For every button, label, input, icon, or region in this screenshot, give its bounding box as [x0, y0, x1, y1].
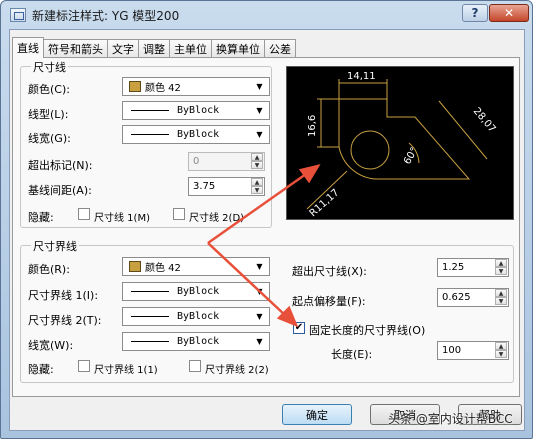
ext-color-select[interactable]: 颜色 42 ▼	[122, 257, 270, 276]
dim-lineweight-label: 线宽(G):	[28, 132, 71, 145]
chevron-down-icon: ▼	[256, 130, 263, 139]
dim-top-text: 14,11	[347, 71, 376, 82]
spin-up-icon[interactable]: ▲	[495, 289, 507, 297]
chevron-down-icon: ▼	[256, 337, 263, 346]
dim-lineweight-value: ByBlock	[177, 129, 220, 140]
dim-right-text: 28,07	[471, 106, 498, 135]
line-sample	[131, 291, 169, 292]
ext-suppress-1-label: 尺寸界线 1(1)	[94, 365, 158, 376]
dim-suppress-2-label: 尺寸线 2(D)	[189, 213, 245, 224]
dim-extend-label: 超出标记(N):	[28, 159, 93, 172]
ext-length-spinner[interactable]: 100 ▲ ▼	[437, 341, 509, 360]
fixed-length-checkbox[interactable]: ✔	[293, 322, 305, 334]
ext-linetype2-label: 尺寸界线 2(T):	[28, 314, 102, 327]
tab-symbols-arrows[interactable]: 符号和箭头	[43, 39, 108, 58]
fixed-length-label: 固定长度的尺寸界线(O)	[309, 324, 426, 337]
style-preview: 14,11 16,6 28,07 60° R11,17	[286, 66, 514, 220]
ext-lineweight-select[interactable]: ByBlock ▼	[122, 332, 270, 351]
ext-lineweight-label: 线宽(W):	[28, 339, 74, 352]
line-sample	[131, 134, 169, 135]
chevron-down-icon: ▼	[256, 262, 263, 271]
ok-button[interactable]: 确定	[282, 404, 352, 425]
preview-drawing: 14,11 16,6 28,07 60° R11,17	[306, 71, 498, 219]
help-title-button[interactable]: ?	[462, 4, 488, 22]
ext-extend-value: 1.25	[442, 262, 465, 273]
dim-suppress-1-label: 尺寸线 1(M)	[94, 213, 150, 224]
dim-color-label: 颜色(C):	[28, 83, 70, 96]
ext-offset-spinner[interactable]: 0.625 ▲ ▼	[437, 288, 509, 307]
dim-suppress-label: 隐藏:	[28, 211, 54, 224]
ext-extend-spinner[interactable]: 1.25 ▲ ▼	[437, 258, 509, 277]
ext-linetype1-value: ByBlock	[177, 286, 220, 297]
spin-down-icon[interactable]: ▼	[495, 297, 507, 305]
ext-suppress-2-label: 尺寸界线 2(2)	[205, 365, 269, 376]
ext-suppress-1-checkbox[interactable]	[78, 360, 90, 372]
spin-up-icon[interactable]: ▲	[495, 342, 507, 350]
chevron-down-icon: ▼	[256, 82, 263, 91]
spin-down-icon[interactable]: ▼	[251, 186, 263, 194]
dim-lineweight-select[interactable]: ByBlock ▼	[122, 125, 270, 144]
dim-color-value: 颜色 42	[145, 83, 181, 94]
spin-up-icon[interactable]: ▲	[251, 178, 263, 186]
ext-linetype1-label: 尺寸界线 1(I):	[28, 289, 99, 302]
dim-baseline-value: 3.75	[193, 181, 216, 192]
ext-lineweight-value: ByBlock	[177, 336, 220, 347]
tab-strip: 直线 符号和箭头 文字 调整 主单位 换算单位 公差	[12, 37, 296, 58]
tab-lines[interactable]: 直线	[12, 37, 44, 58]
tab-fit[interactable]: 调整	[138, 39, 170, 58]
dim-suppress-1-checkbox[interactable]	[78, 208, 90, 220]
tab-tolerances[interactable]: 公差	[264, 39, 296, 58]
chevron-down-icon: ▼	[256, 106, 263, 115]
color-swatch	[129, 261, 141, 272]
close-button[interactable]: ✕	[489, 4, 529, 22]
ext-length-label: 长度(E):	[331, 348, 373, 361]
ext-offset-value: 0.625	[442, 292, 471, 303]
app-icon	[10, 8, 26, 22]
color-swatch	[129, 81, 141, 92]
spin-down-icon[interactable]: ▼	[251, 161, 263, 169]
tab-primary-units[interactable]: 主单位	[169, 39, 212, 58]
ext-color-label: 颜色(R):	[28, 263, 70, 276]
group-title: 尺寸线	[31, 59, 68, 75]
watermark: 头条 @室内设计帮BCC	[388, 412, 513, 426]
dim-linetype-value: ByBlock	[177, 105, 220, 116]
dim-suppress-2-checkbox[interactable]	[173, 208, 185, 220]
spin-up-icon[interactable]: ▲	[495, 259, 507, 267]
spin-down-icon[interactable]: ▼	[495, 350, 507, 358]
dim-linetype-select[interactable]: ByBlock ▼	[122, 101, 270, 120]
dim-extend-value: 0	[193, 156, 200, 167]
dim-extend-spinner[interactable]: 0 ▲ ▼	[188, 152, 265, 171]
dim-left-text: 16,6	[307, 115, 318, 137]
ext-suppress-2-checkbox[interactable]	[189, 360, 201, 372]
check-mark-icon: ✔	[294, 322, 304, 333]
tab-alternate-units[interactable]: 换算单位	[211, 39, 265, 58]
title-bar[interactable]: 新建标注样式: YG 模型200 ? ✕	[1, 1, 532, 29]
ext-linetype2-value: ByBlock	[177, 311, 220, 322]
window-title: 新建标注样式: YG 模型200	[32, 9, 180, 23]
spin-down-icon[interactable]: ▼	[495, 267, 507, 275]
tab-text[interactable]: 文字	[107, 39, 139, 58]
dim-color-select[interactable]: 颜色 42 ▼	[122, 77, 270, 96]
chevron-down-icon: ▼	[256, 287, 263, 296]
line-sample	[131, 110, 169, 111]
ext-linetype1-select[interactable]: ByBlock ▼	[122, 282, 270, 301]
group-title: 尺寸界线	[31, 238, 79, 254]
line-sample	[131, 316, 169, 317]
dim-linetype-label: 线型(L):	[28, 108, 69, 121]
spin-up-icon[interactable]: ▲	[251, 153, 263, 161]
ext-offset-label: 起点偏移量(F):	[292, 295, 366, 308]
ext-color-value: 颜色 42	[145, 263, 181, 274]
dim-baseline-label: 基线间距(A):	[28, 184, 92, 197]
ext-linetype2-select[interactable]: ByBlock ▼	[122, 307, 270, 326]
ext-length-value: 100	[442, 345, 462, 356]
line-sample	[131, 341, 169, 342]
ext-suppress-label: 隐藏:	[28, 363, 54, 376]
ext-extend-label: 超出尺寸线(X):	[292, 265, 367, 278]
chevron-down-icon: ▼	[256, 312, 263, 321]
dim-baseline-spinner[interactable]: 3.75 ▲ ▼	[188, 177, 265, 196]
